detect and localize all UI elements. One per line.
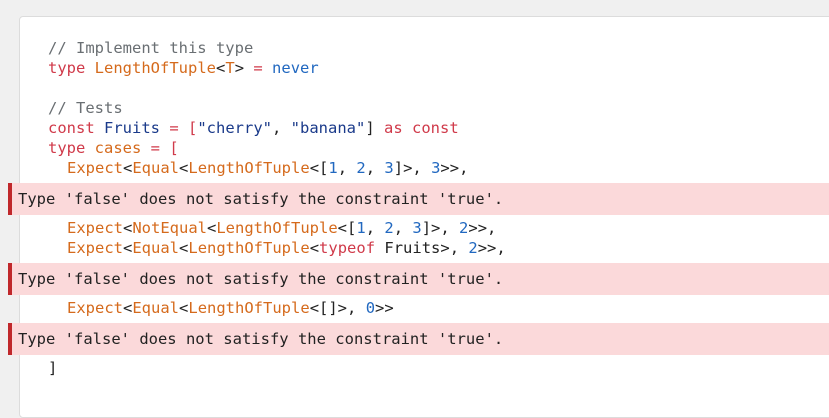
string-literal: "banana": [290, 119, 366, 137]
error-message: Type 'false' does not satisfy the constr…: [8, 183, 829, 215]
punct: >>,: [468, 219, 497, 237]
punct: ]: [48, 359, 58, 377]
type-lengthoftuple: LengthOfTuple: [188, 159, 310, 177]
error-message: Type 'false' does not satisfy the constr…: [8, 263, 829, 295]
number-literal: 3: [384, 159, 394, 177]
error-text: Type 'false' does not satisfy the constr…: [18, 270, 504, 288]
number-literal: 2: [384, 219, 394, 237]
type-lengthoftuple: LengthOfTuple: [216, 219, 338, 237]
number-literal: 1: [356, 219, 366, 237]
identifier: Fruits: [104, 119, 161, 137]
punct: <[: [309, 159, 329, 177]
punct: ,: [365, 159, 385, 177]
comment: // Implement this type: [48, 39, 254, 57]
punct: ,: [365, 219, 385, 237]
punct: ,: [393, 219, 413, 237]
type-name: cases: [94, 139, 142, 157]
type-notequal: NotEqual: [132, 219, 207, 237]
keyword-const: const: [412, 119, 459, 137]
keyword-type: type: [48, 139, 86, 157]
punct: <: [207, 219, 217, 237]
number-literal: 1: [328, 159, 338, 177]
number-literal: 2: [356, 159, 366, 177]
punct: <: [123, 159, 133, 177]
code-line-case-1: Expect<Equal<LengthOfTuple<[1, 2, 3]>, 3…: [67, 158, 468, 178]
punct: >>: [375, 299, 394, 317]
type-equal: Equal: [132, 299, 180, 317]
punct: <[: [337, 219, 357, 237]
punct: ]: [365, 119, 384, 137]
type-expect: Expect: [67, 299, 123, 317]
punct: ,: [272, 119, 291, 137]
punct: <: [309, 239, 320, 257]
keyword-never: never: [272, 59, 319, 77]
punct: <: [179, 239, 189, 257]
type-expect: Expect: [67, 219, 123, 237]
type-expect: Expect: [67, 159, 123, 177]
punct: >,: [440, 239, 469, 257]
keyword-type: type: [48, 59, 86, 77]
number-literal: 2: [459, 219, 469, 237]
string-literal: "cherry": [197, 119, 272, 137]
punct: <[]>,: [309, 299, 366, 317]
type-lengthoftuple: LengthOfTuple: [188, 299, 310, 317]
punct: <: [123, 219, 133, 237]
punct: >>,: [477, 239, 506, 257]
number-literal: 2: [468, 239, 478, 257]
punct: <: [179, 299, 189, 317]
number-literal: 3: [431, 159, 441, 177]
operator: = [: [160, 119, 198, 137]
code-line-case-2: Expect<NotEqual<LengthOfTuple<[1, 2, 3]>…: [67, 218, 496, 238]
code-line-type-decl: type LengthOfTuple<T> = never: [48, 58, 319, 78]
number-literal: 0: [365, 299, 376, 317]
error-text: Type 'false' does not satisfy the constr…: [18, 330, 504, 348]
punct: <: [216, 59, 226, 77]
keyword-const: const: [48, 119, 95, 137]
type-param: T: [225, 59, 235, 77]
type-lengthoftuple: LengthOfTuple: [188, 239, 310, 257]
punct: >>,: [440, 159, 469, 177]
error-message: Type 'false' does not satisfy the constr…: [8, 323, 829, 355]
type-expect: Expect: [67, 239, 123, 257]
code-line-case-3: Expect<Equal<LengthOfTuple<typeof Fruits…: [67, 238, 506, 258]
error-text: Type 'false' does not satisfy the constr…: [18, 190, 504, 208]
punct: <: [179, 159, 189, 177]
punct: ,: [337, 159, 357, 177]
keyword-as: as: [384, 119, 403, 137]
operator: = [: [141, 139, 179, 157]
type-name: LengthOfTuple: [94, 59, 216, 77]
punct: <: [123, 239, 133, 257]
code-line-const-fruits: const Fruits = ["cherry", "banana"] as c…: [48, 118, 459, 138]
code-line-case-4: Expect<Equal<LengthOfTuple<[]>, 0>>: [67, 298, 394, 318]
identifier: Fruits: [375, 239, 441, 257]
punct: >: [234, 59, 245, 77]
code-line-comment-implement: // Implement this type: [48, 38, 253, 58]
type-equal: Equal: [132, 159, 180, 177]
code-line-type-cases: type cases = [: [48, 138, 179, 158]
code-line-comment-tests: // Tests: [48, 98, 123, 118]
punct: ]>,: [393, 159, 432, 177]
comment: // Tests: [48, 99, 123, 117]
type-equal: Equal: [132, 239, 180, 257]
number-literal: 3: [412, 219, 422, 237]
code-line-close: ]: [48, 358, 57, 378]
punct: <: [123, 299, 133, 317]
operator: =: [244, 59, 273, 77]
punct: ]>,: [421, 219, 460, 237]
keyword-typeof: typeof: [319, 239, 376, 257]
